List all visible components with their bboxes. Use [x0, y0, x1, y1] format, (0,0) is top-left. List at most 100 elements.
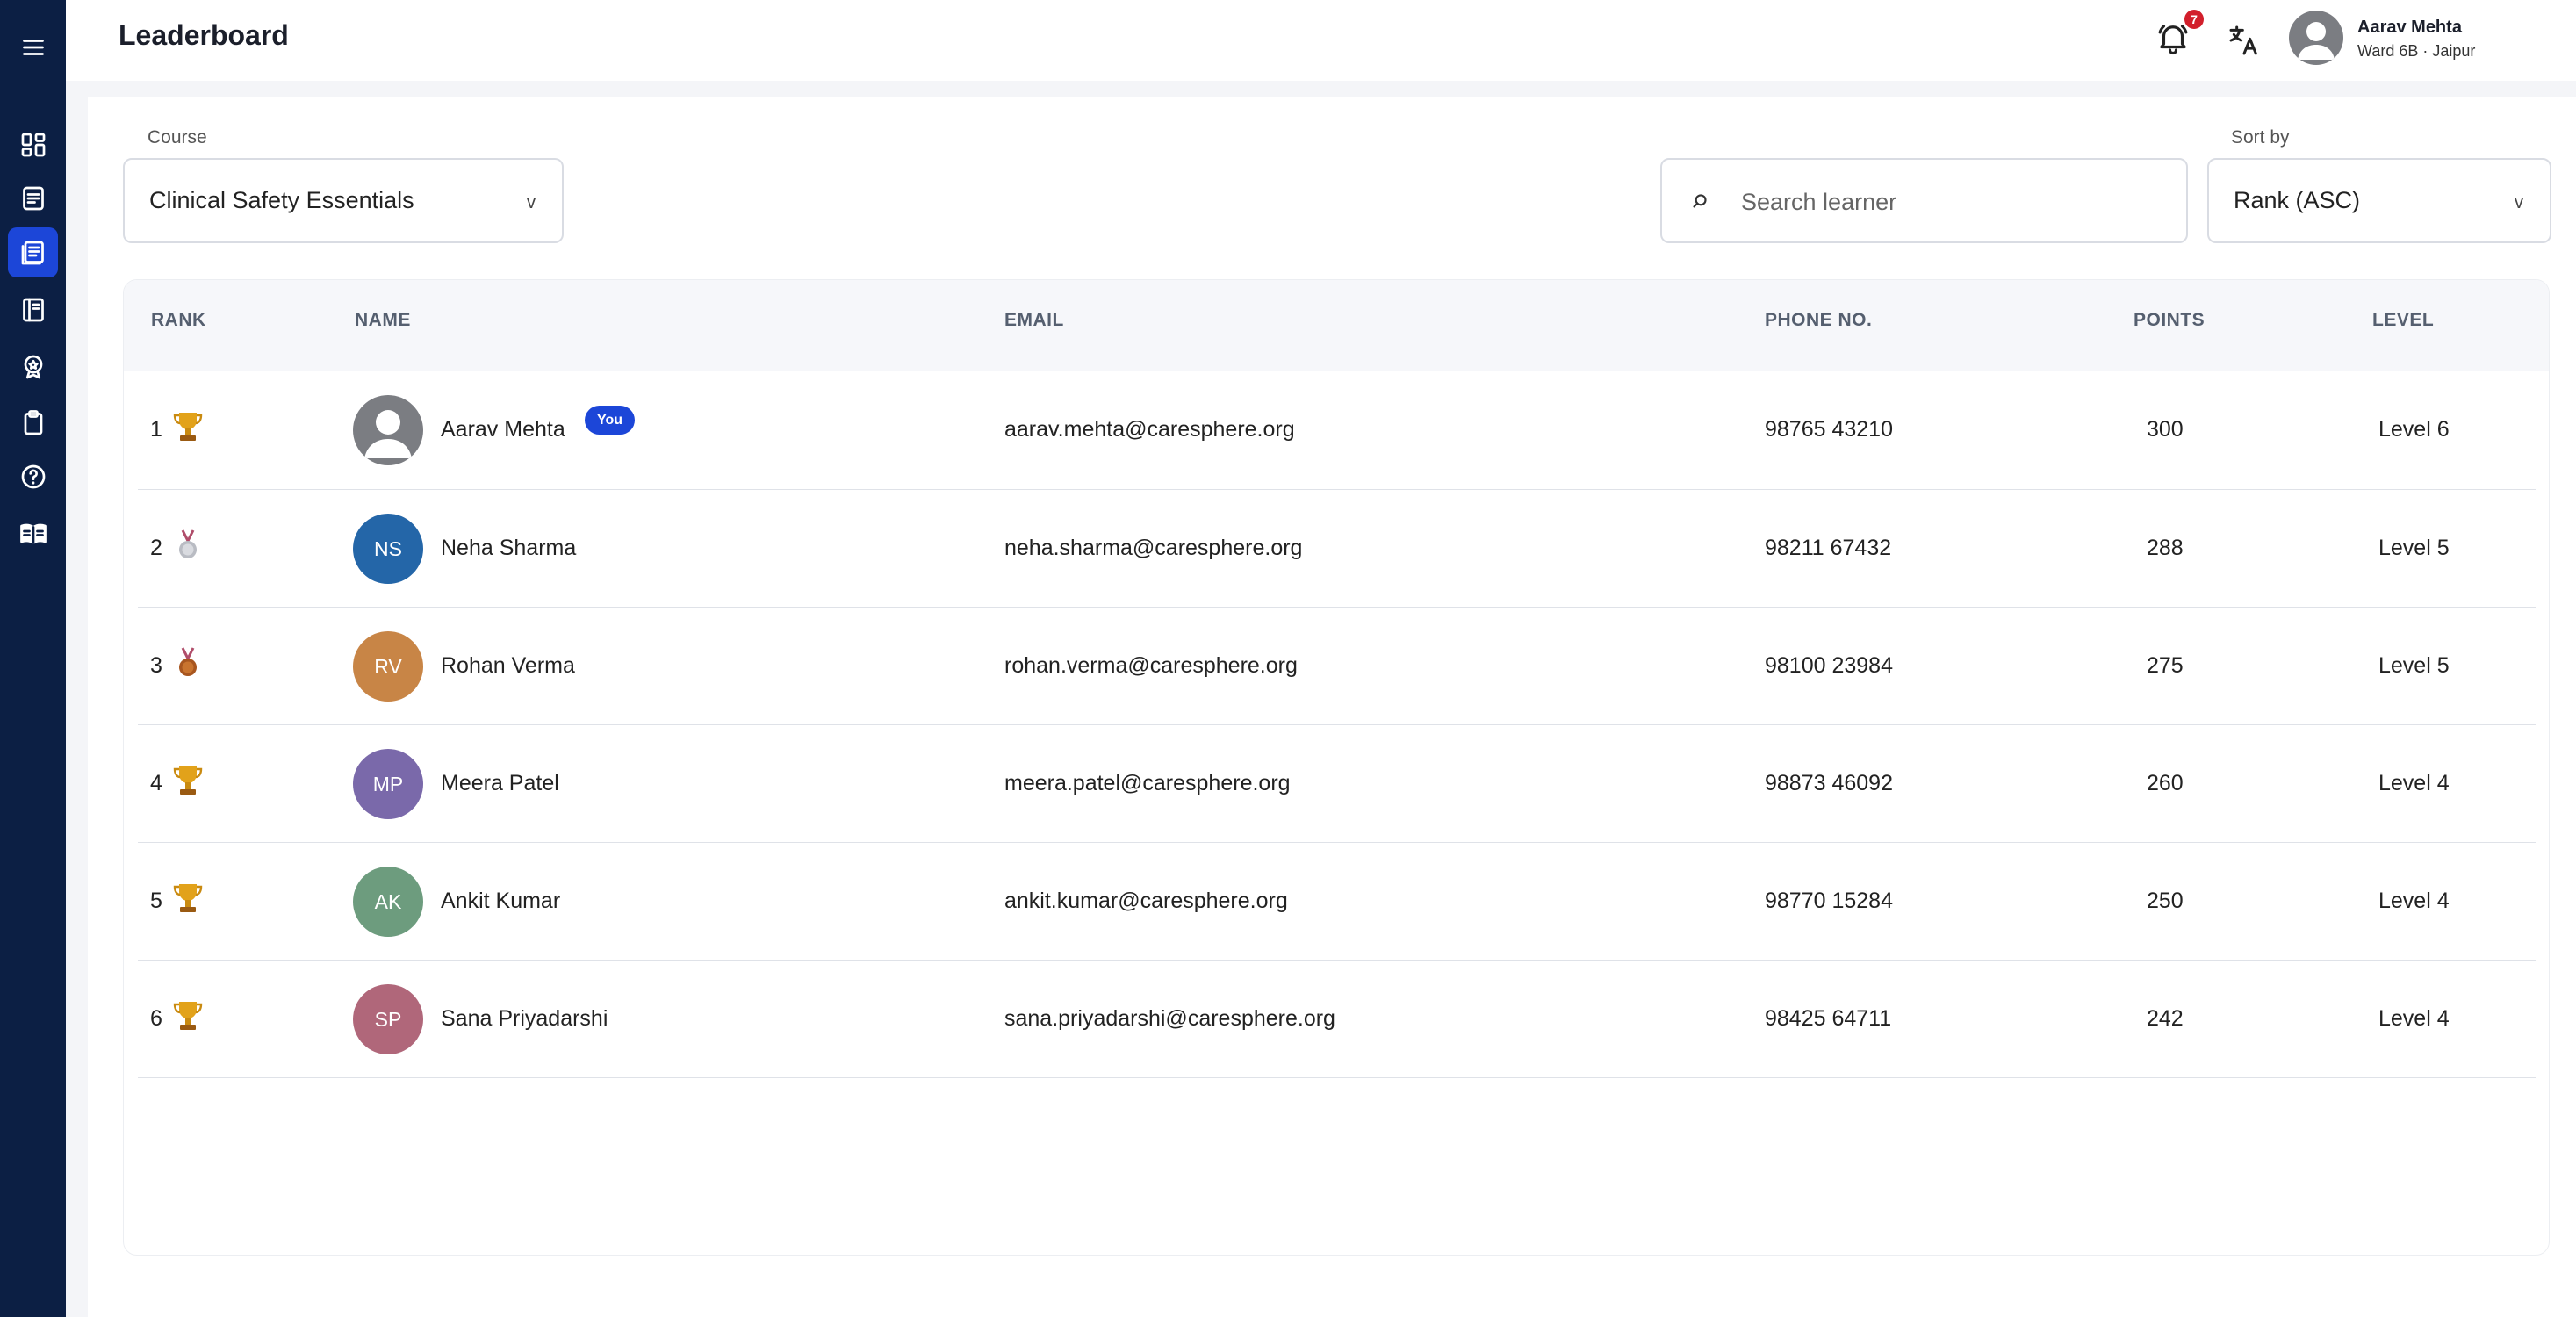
- sidebar-item-dashboard[interactable]: [8, 119, 58, 169]
- column-header-points: POINTS: [2133, 310, 2205, 330]
- learner-name: Sana Priyadarshi: [441, 1006, 608, 1031]
- rank-number: 5: [150, 889, 162, 913]
- avatar: RV: [353, 631, 423, 702]
- avatar: [353, 395, 423, 465]
- column-header-phone: PHONE NO.: [1765, 310, 1873, 330]
- learner-phone: 98211 67432: [1765, 536, 1892, 560]
- column-header-rank: RANK: [151, 310, 206, 330]
- rank-number: 4: [150, 771, 162, 795]
- badge-icon: [24, 355, 42, 378]
- table-row[interactable]: 6 SP Sana Priyadarshi sana.priyadarshi@c…: [138, 961, 2536, 1078]
- you-badge: You: [585, 406, 636, 435]
- trophy-icon: [173, 884, 203, 912]
- learner-points: 260: [2147, 771, 2184, 795]
- column-header-level: LEVEL: [2372, 310, 2435, 330]
- leaderboard-icon: [21, 241, 44, 264]
- column-header-email: EMAIL: [1004, 310, 1064, 330]
- trophy-icon: [173, 766, 203, 795]
- avatar: AK: [353, 867, 423, 937]
- open-book-icon: [19, 523, 47, 544]
- course-select-value: Clinical Safety Essentials: [149, 187, 414, 213]
- avatar: MP: [353, 749, 423, 819]
- table-row[interactable]: 5 AK Ankit Kumar ankit.kumar@caresphere.…: [138, 843, 2536, 961]
- sidebar-item-book[interactable]: [8, 284, 58, 335]
- rank-number: 3: [150, 653, 162, 678]
- search-field[interactable]: [1660, 158, 2188, 243]
- help-icon: [21, 464, 45, 488]
- trophy-icon: [173, 1002, 203, 1030]
- language-button[interactable]: [2225, 21, 2263, 60]
- sidebar: [0, 0, 66, 1317]
- learner-points: 288: [2147, 536, 2184, 560]
- learner-level: Level 6: [2378, 417, 2450, 442]
- book-icon: [22, 298, 44, 321]
- learner-points: 250: [2147, 889, 2184, 913]
- learner-phone: 98425 64711: [1765, 1006, 1892, 1031]
- avatar: NS: [353, 514, 423, 584]
- learner-level: Level 4: [2378, 889, 2450, 913]
- learner-level: Level 5: [2378, 653, 2450, 678]
- learner-phone: 98873 46092: [1765, 771, 1893, 795]
- learner-email: rohan.verma@caresphere.org: [1004, 653, 1298, 678]
- learner-email: aarav.mehta@caresphere.org: [1004, 417, 1295, 442]
- learner-points: 242: [2147, 1006, 2184, 1031]
- user-avatar[interactable]: [2289, 11, 2343, 65]
- learner-level: Level 4: [2378, 771, 2450, 795]
- learner-email: ankit.kumar@caresphere.org: [1004, 889, 1288, 913]
- user-name: Aarav Mehta: [2357, 18, 2462, 37]
- course-select[interactable]: Clinical Safety Essentials v: [123, 158, 564, 243]
- trophy-icon: [173, 413, 203, 441]
- bronze-medal-icon: [179, 647, 197, 676]
- course-label: Course: [148, 127, 207, 148]
- learner-name: Neha Sharma: [441, 536, 577, 560]
- menu-button[interactable]: [8, 22, 58, 72]
- search-input[interactable]: [1741, 184, 2127, 220]
- rank-number: 2: [150, 536, 162, 560]
- learner-name: Aarav Mehta: [441, 417, 565, 442]
- notes-icon: [22, 186, 44, 210]
- learner-name: Rohan Verma: [441, 653, 575, 678]
- learner-level: Level 4: [2378, 1006, 2450, 1031]
- learner-points: 300: [2147, 417, 2184, 442]
- table-row[interactable]: 2 NS Neha Sharma neha.sharma@caresphere.…: [138, 490, 2536, 608]
- chevron-down-icon: v: [527, 193, 536, 212]
- sidebar-item-badges[interactable]: [8, 342, 58, 392]
- table-row[interactable]: 1 Aarav Mehta You aarav.mehta@caresphere…: [138, 371, 2536, 490]
- learner-phone: 98765 43210: [1765, 417, 1893, 442]
- translate-icon: [2229, 25, 2257, 55]
- user-avatar-icon: [364, 410, 412, 458]
- leaderboard-table: RANK NAME EMAIL PHONE NO. POINTS LEVEL 1…: [123, 279, 2550, 1256]
- menu-icon: [22, 39, 44, 55]
- learner-name: Meera Patel: [441, 771, 559, 795]
- sidebar-item-library[interactable]: [8, 508, 58, 558]
- sidebar-item-help[interactable]: [8, 451, 58, 501]
- learner-phone: 98770 15284: [1765, 889, 1893, 913]
- learner-points: 275: [2147, 653, 2184, 678]
- chevron-down-icon: v: [2515, 193, 2523, 212]
- learner-email: neha.sharma@caresphere.org: [1004, 536, 1303, 560]
- user-subtitle: Ward 6B · Jaipur: [2357, 42, 2476, 60]
- user-avatar-icon: [2298, 22, 2335, 60]
- table-header: RANK NAME EMAIL PHONE NO. POINTS LEVEL: [124, 280, 2549, 371]
- clipboard-icon: [24, 409, 42, 435]
- sidebar-item-notes[interactable]: [8, 173, 58, 223]
- learner-email: meera.patel@caresphere.org: [1004, 771, 1291, 795]
- avatar: SP: [353, 984, 423, 1054]
- table-row[interactable]: 4 MP Meera Patel meera.patel@caresphere.…: [138, 725, 2536, 843]
- rank-number: 1: [150, 417, 162, 442]
- learner-phone: 98100 23984: [1765, 653, 1893, 678]
- rank-number: 6: [150, 1006, 162, 1031]
- sort-select-value: Rank (ASC): [2234, 187, 2361, 213]
- learner-name: Ankit Kumar: [441, 889, 561, 913]
- table-row[interactable]: 3 RV Rohan Verma rohan.verma@caresphere.…: [138, 608, 2536, 725]
- learner-email: sana.priyadarshi@caresphere.org: [1004, 1006, 1335, 1031]
- silver-medal-icon: [179, 529, 197, 558]
- notification-badge: 7: [2184, 10, 2204, 29]
- column-header-name: NAME: [355, 310, 411, 330]
- sidebar-item-leaderboard[interactable]: [8, 227, 58, 277]
- sidebar-item-assignments[interactable]: [8, 398, 58, 448]
- search-icon: [1693, 194, 1707, 208]
- learner-level: Level 5: [2378, 536, 2450, 560]
- dashboard-icon: [21, 133, 45, 156]
- sort-select[interactable]: Rank (ASC) v: [2207, 158, 2551, 243]
